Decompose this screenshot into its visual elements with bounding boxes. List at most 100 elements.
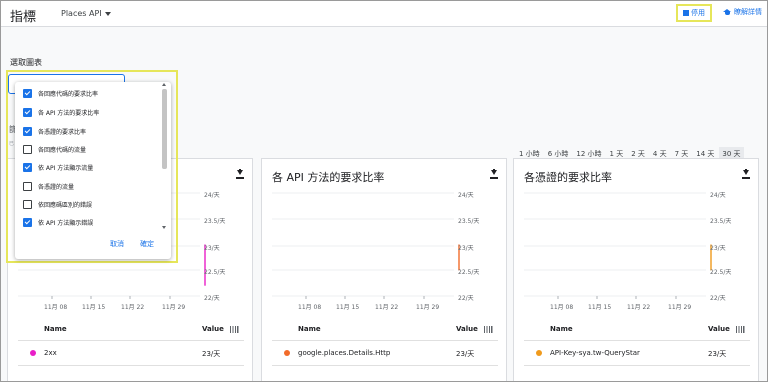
y-tick-label: 22/天 xyxy=(458,295,474,302)
value-column-header: Value xyxy=(708,325,730,333)
metrics-page: 指標 Places API 停用 瞭解詳情 選取圖表 篩 已 1 小時 6 小時 1… xyxy=(0,0,768,382)
table-divider xyxy=(524,340,750,341)
chart-option[interactable]: 各 API 方法的要求比率 xyxy=(23,105,99,119)
checkbox-unchecked-icon[interactable] xyxy=(23,144,32,154)
series-name: 2xx xyxy=(44,349,57,357)
cancel-button[interactable]: 取消 xyxy=(110,239,124,249)
series-color-dot xyxy=(536,350,542,356)
x-tick-label: 11月 08 xyxy=(550,304,574,311)
checkbox-checked-icon[interactable] xyxy=(23,162,32,172)
x-tick-label: 11月 29 xyxy=(416,304,440,311)
checkbox-unchecked-icon[interactable] xyxy=(23,181,32,191)
y-tick-label: 22.5/天 xyxy=(204,269,226,276)
download-icon[interactable] xyxy=(490,169,498,180)
chevron-down-icon xyxy=(104,11,111,16)
y-tick-label: 23.5/天 xyxy=(710,218,732,225)
series-color-dot xyxy=(284,350,290,356)
api-selector[interactable]: Places API xyxy=(61,9,111,18)
series-color-dot xyxy=(30,350,36,356)
y-tick-label: 23.5/天 xyxy=(204,218,226,225)
table-header: Name Value xyxy=(298,325,493,333)
chart-option[interactable]: 各回應代碼的要求比率 xyxy=(23,86,98,100)
y-tick-label: 23/天 xyxy=(458,245,474,252)
x-tick-label: 11月 15 xyxy=(82,304,106,311)
x-tick-label: 11月 15 xyxy=(588,304,612,311)
x-tick-label: 11月 15 xyxy=(336,304,360,311)
table-divider xyxy=(18,365,244,366)
column-picker-icon[interactable] xyxy=(736,326,745,333)
chart-option[interactable]: 依 API 方法顯示流量 xyxy=(23,160,93,174)
download-icon[interactable] xyxy=(236,169,244,180)
api-selector-label: Places API xyxy=(61,9,102,18)
value-column-header: Value xyxy=(456,325,478,333)
chart-option-label: 依回應碼區別的錯誤 xyxy=(38,201,93,209)
table-divider xyxy=(18,340,244,341)
y-tick-label: 22.5/天 xyxy=(710,269,732,276)
name-column-header: Name xyxy=(298,325,321,333)
learn-more-link[interactable]: 瞭解詳情 xyxy=(723,7,762,17)
series-value: 23/天 xyxy=(202,350,221,358)
disable-api-button[interactable]: 停用 xyxy=(676,4,712,22)
series-name: google.places.Details.Http xyxy=(298,349,391,357)
series-value: 23/天 xyxy=(708,350,727,358)
learn-more-label: 瞭解詳情 xyxy=(734,8,762,16)
chart-option[interactable]: 依回應碼區別的錯誤 xyxy=(23,197,92,211)
chart-title: 各 API 方法的要求比率 xyxy=(272,171,385,184)
y-tick-label: 23/天 xyxy=(204,245,220,252)
confirm-button[interactable]: 確定 xyxy=(140,239,154,249)
stop-icon xyxy=(683,10,689,16)
y-tick-label: 22.5/天 xyxy=(458,269,480,276)
checkbox-checked-icon[interactable] xyxy=(23,88,32,98)
table-divider xyxy=(272,340,498,341)
checkbox-unchecked-icon[interactable] xyxy=(23,199,32,209)
scroll-down-icon[interactable] xyxy=(162,226,166,229)
chart-option-label: 各憑證的要求比率 xyxy=(38,128,87,136)
x-tick-label: 11月 29 xyxy=(162,304,186,311)
y-tick-label: 24/天 xyxy=(458,192,474,199)
select-charts-label: 選取圖表 xyxy=(10,58,42,67)
page-title: 指標 xyxy=(10,10,37,25)
chart-option[interactable]: 各憑證的流量 xyxy=(23,179,74,193)
scrollbar-thumb[interactable] xyxy=(162,89,167,169)
chart-title: 各憑證的要求比率 xyxy=(524,171,612,184)
y-tick-label: 24/天 xyxy=(710,192,726,199)
chart-select-dropdown: 各回應代碼的要求比率各 API 方法的要求比率 各憑證的要求比率 各回應代碼的流量依… xyxy=(15,82,171,259)
chart-option-label: 依 API 方法顯示流量 xyxy=(38,164,94,172)
chart-option-label: 各回應代碼的要求比率 xyxy=(38,90,99,98)
top-bar: 指標 Places API 停用 瞭解詳情 xyxy=(1,1,767,27)
disable-api-label: 停用 xyxy=(691,9,705,17)
name-column-header: Name xyxy=(44,325,67,333)
table-header: Name Value xyxy=(550,325,745,333)
chart-option[interactable]: 依 API 方法顯示錯誤 xyxy=(23,215,93,229)
scroll-up-icon[interactable] xyxy=(162,83,166,86)
y-tick-label: 22/天 xyxy=(204,295,220,302)
value-column-header: Value xyxy=(202,325,224,333)
x-tick-label: 11月 22 xyxy=(375,304,399,311)
series-name: API-Key-sya.tw-QueryStar xyxy=(550,349,640,357)
checkbox-checked-icon[interactable] xyxy=(23,107,32,117)
y-tick-label: 22/天 xyxy=(710,295,726,302)
chart-option-label: 各 API 方法的要求比率 xyxy=(38,109,100,117)
table-header: Name Value xyxy=(44,325,239,333)
chart-option-label: 各憑證的流量 xyxy=(38,183,75,191)
chart-option-label: 各回應代碼的流量 xyxy=(38,146,87,154)
table-divider xyxy=(272,365,498,366)
checkbox-checked-icon[interactable] xyxy=(23,126,32,136)
name-column-header: Name xyxy=(550,325,573,333)
x-tick-label: 11月 22 xyxy=(121,304,145,311)
x-tick-label: 11月 29 xyxy=(668,304,692,311)
chart-option[interactable]: 各回應代碼的流量 xyxy=(23,142,86,156)
checkbox-checked-icon[interactable] xyxy=(23,217,32,227)
column-picker-icon[interactable] xyxy=(484,326,493,333)
series-value: 23/天 xyxy=(456,350,475,358)
chart-card: 各 API 方法的要求比率 24/天 23.5/天 23/天 22.5/天 22/天 11月… xyxy=(261,158,507,381)
y-tick-label: 23.5/天 xyxy=(458,218,480,225)
download-icon[interactable] xyxy=(742,169,750,180)
x-tick-label: 11月 08 xyxy=(44,304,68,311)
dropdown-scrollbar[interactable] xyxy=(161,83,167,229)
column-picker-icon[interactable] xyxy=(230,326,239,333)
y-tick-label: 24/天 xyxy=(204,192,220,199)
x-tick-label: 11月 08 xyxy=(298,304,322,311)
chart-option-label: 依 API 方法顯示錯誤 xyxy=(38,219,94,227)
chart-option[interactable]: 各憑證的要求比率 xyxy=(23,124,86,138)
